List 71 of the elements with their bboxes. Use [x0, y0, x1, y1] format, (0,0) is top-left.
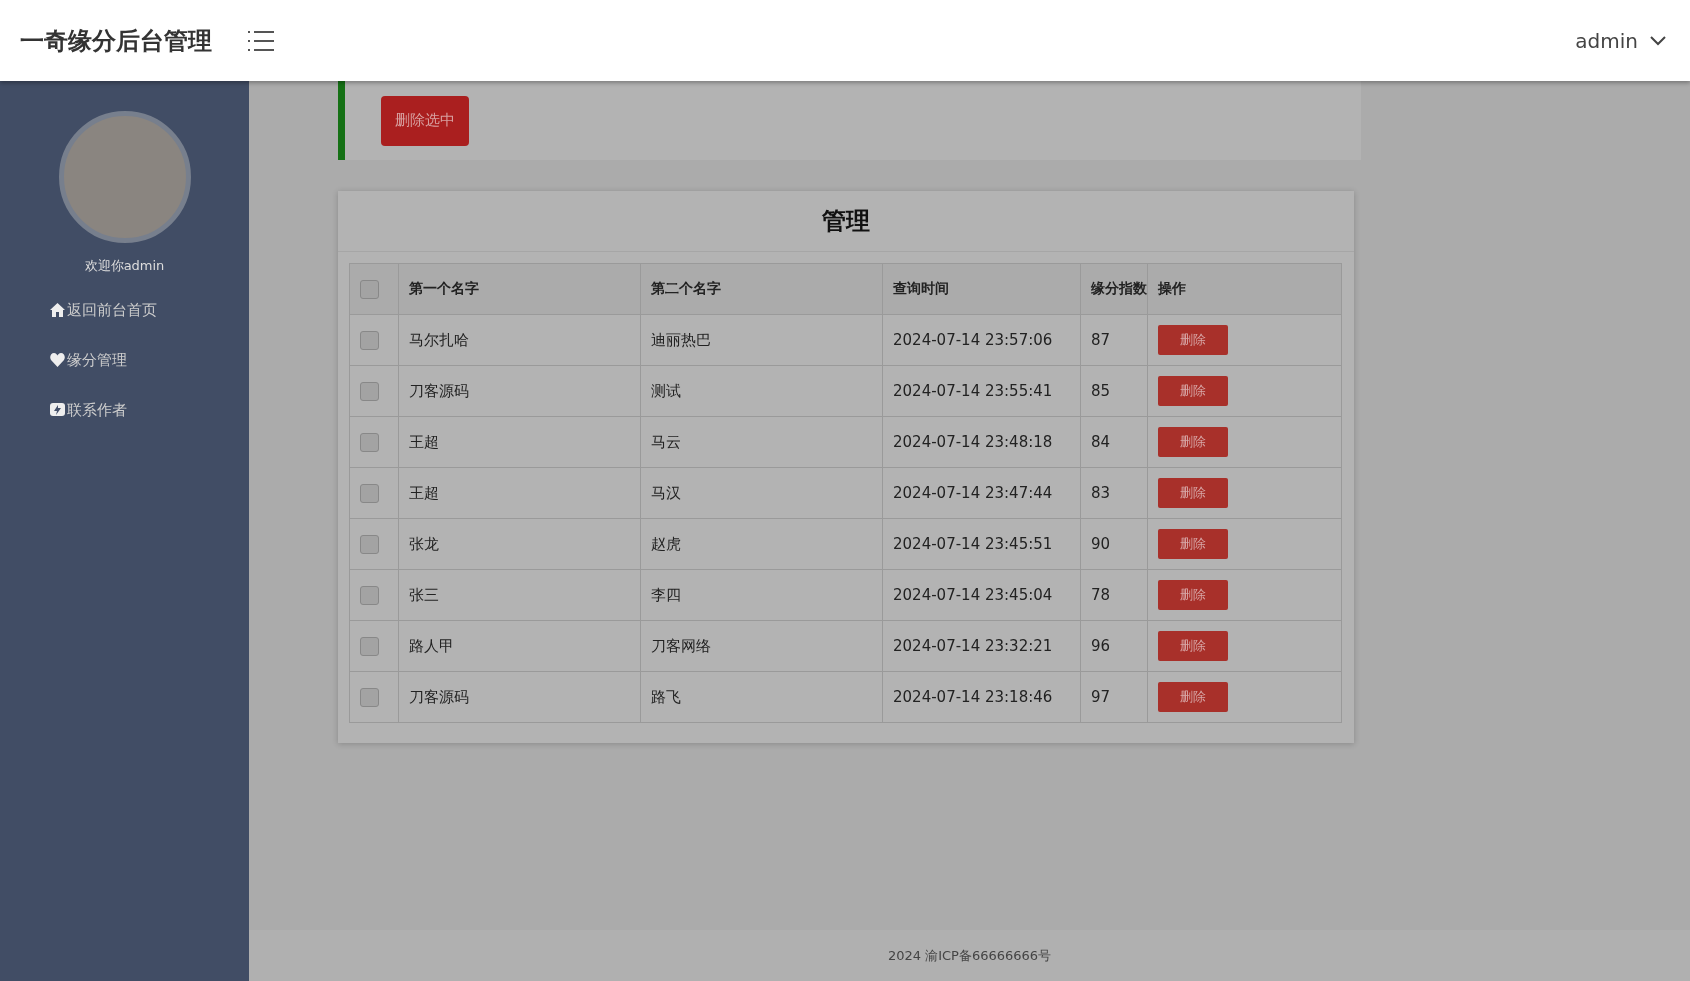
table-cell: 2024-07-14 23:57:06: [882, 314, 1081, 366]
table-cell: 96: [1080, 620, 1148, 672]
table-cell: 测试: [640, 365, 883, 417]
delete-button[interactable]: 删除: [1158, 529, 1228, 559]
delete-button[interactable]: 删除: [1158, 478, 1228, 508]
column-header: 查询时间: [882, 263, 1081, 315]
table-cell: 张三: [398, 569, 641, 621]
sidebar-item-label: 联系作者: [67, 400, 127, 420]
card-title: 管理: [338, 191, 1354, 252]
delete-button[interactable]: 删除: [1158, 325, 1228, 355]
table-cell: 2024-07-14 23:48:18: [882, 416, 1081, 468]
table-cell: 马云: [640, 416, 883, 468]
table-cell: 2024-07-14 23:18:46: [882, 671, 1081, 723]
table-cell: 2024-07-14 23:32:21: [882, 620, 1081, 672]
chat-bolt-icon: [50, 402, 65, 418]
table-cell: 2024-07-14 23:45:04: [882, 569, 1081, 621]
column-header: 缘分指数: [1080, 263, 1148, 315]
table-cell: 迪丽热巴: [640, 314, 883, 366]
menu-icon[interactable]: [248, 29, 274, 52]
app-title: 一奇缘分后台管理: [20, 25, 212, 57]
table-cell: 97: [1080, 671, 1148, 723]
table-cell: 刀客网络: [640, 620, 883, 672]
user-menu[interactable]: admin: [1571, 24, 1670, 57]
table-cell: 刀客源码: [398, 365, 641, 417]
footer-text: 2024 渝ICP备66666666号: [887, 946, 1052, 965]
table-cell: 王超: [398, 467, 641, 519]
row-checkbox[interactable]: [360, 636, 379, 656]
table-cell: 路飞: [640, 671, 883, 723]
table-cell: 刀客源码: [398, 671, 641, 723]
row-checkbox[interactable]: [360, 381, 379, 401]
table-cell: 张龙: [398, 518, 641, 570]
delete-button[interactable]: 删除: [1158, 427, 1228, 457]
column-header: 第二个名字: [640, 263, 883, 315]
table-cell: 2024-07-14 23:47:44: [882, 467, 1081, 519]
table-cell: 王超: [398, 416, 641, 468]
table-cell: 2024-07-14 23:45:51: [882, 518, 1081, 570]
delete-button[interactable]: 删除: [1158, 631, 1228, 661]
table-cell: 85: [1080, 365, 1148, 417]
sidebar-item-label: 返回前台首页: [67, 300, 157, 320]
table-cell: 83: [1080, 467, 1148, 519]
home-icon: [50, 303, 65, 317]
table-cell: 2024-07-14 23:55:41: [882, 365, 1081, 417]
table-cell: 李四: [640, 569, 883, 621]
row-checkbox[interactable]: [360, 330, 379, 350]
chevron-down-icon: [1650, 35, 1666, 46]
delete-button[interactable]: 删除: [1158, 682, 1228, 712]
select-all-checkbox[interactable]: [360, 279, 379, 299]
welcome-text: 欢迎你admin: [84, 257, 165, 275]
table-cell: 马尔扎哈: [398, 314, 641, 366]
delete-button[interactable]: 删除: [1158, 580, 1228, 610]
row-checkbox[interactable]: [360, 534, 379, 554]
delete-selected-button[interactable]: 删除选中: [381, 95, 469, 146]
column-header: 操作: [1147, 263, 1342, 315]
table-cell: 84: [1080, 416, 1148, 468]
table-cell: 78: [1080, 569, 1148, 621]
sidebar-item-label: 缘分管理: [67, 350, 127, 370]
row-checkbox[interactable]: [360, 432, 379, 452]
delete-button[interactable]: 删除: [1158, 376, 1228, 406]
table-cell: 马汉: [640, 467, 883, 519]
sidebar-item[interactable]: 缘分管理: [50, 345, 127, 375]
row-checkbox[interactable]: [360, 483, 379, 503]
row-checkbox[interactable]: [360, 687, 379, 707]
table-cell: 87: [1080, 314, 1148, 366]
sidebar-item[interactable]: 返回前台首页: [50, 295, 157, 325]
sidebar-item[interactable]: 联系作者: [50, 395, 127, 425]
heart-icon: [50, 353, 65, 367]
table-cell: 路人甲: [398, 620, 641, 672]
row-checkbox[interactable]: [360, 585, 379, 605]
table-cell: 90: [1080, 518, 1148, 570]
table-cell: 赵虎: [640, 518, 883, 570]
column-header: 第一个名字: [398, 263, 641, 315]
